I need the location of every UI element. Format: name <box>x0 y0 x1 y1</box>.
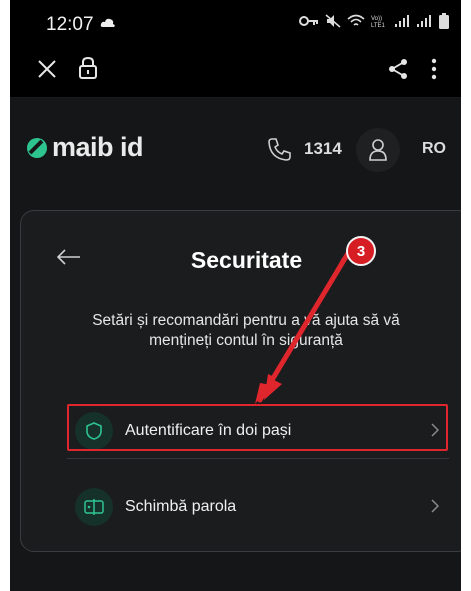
annotation-arrow <box>255 247 353 404</box>
phone-screen: 12:07 Vo)) LTE1 maib id 1314 RO Securita… <box>10 0 461 591</box>
step-badge: 3 <box>346 236 376 266</box>
